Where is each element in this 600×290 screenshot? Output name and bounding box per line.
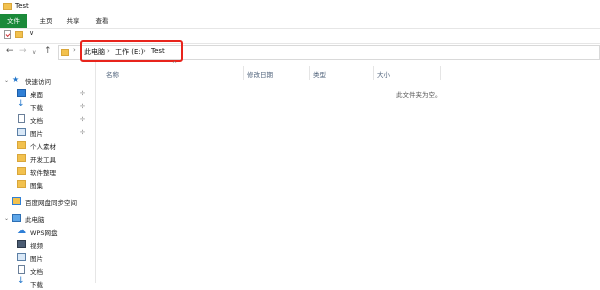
picture-icon <box>17 253 26 261</box>
sidebar-item-label: 开发工具 <box>30 156 56 164</box>
tab-share[interactable]: 共享 <box>62 14 84 28</box>
sidebar-item-label: 下载 <box>30 104 43 112</box>
picture-icon <box>17 128 26 136</box>
properties-icon[interactable] <box>4 30 11 39</box>
folder-icon <box>3 3 12 10</box>
sidebar-item-label: 文档 <box>30 268 43 276</box>
sort-ascending-icon: ^ <box>172 61 178 68</box>
sidebar-item-personal-materials[interactable]: 个人素材 <box>0 139 95 152</box>
sidebar-item-pc-documents[interactable]: 文档 <box>0 264 95 277</box>
document-icon <box>18 114 25 123</box>
sidebar-item-baidu-sync[interactable]: 百度网盘同步空间 <box>0 195 95 208</box>
sidebar-item-downloads[interactable]: ↓ 下载 ✢ <box>0 100 95 113</box>
column-divider[interactable] <box>309 66 310 80</box>
desktop-icon <box>17 89 26 97</box>
pin-icon[interactable]: ✢ <box>80 90 85 97</box>
sidebar-item-label: 软件整理 <box>30 169 56 177</box>
file-list[interactable] <box>96 62 600 283</box>
title-bar <box>0 0 600 14</box>
sidebar-item-label: 个人素材 <box>30 143 56 151</box>
folder-icon <box>17 180 26 188</box>
cloud-icon: ☁ <box>17 226 26 236</box>
sidebar-item-gallery[interactable]: 图集 <box>0 178 95 191</box>
navigation-pane: ⌄ ★ 快速访问 桌面 ✢ ↓ 下载 ✢ 文档 ✢ 图片 ✢ 个人素材 开发工具… <box>0 62 95 289</box>
breadcrumb-highlight-box <box>80 40 183 62</box>
sidebar-item-label: 文档 <box>30 117 43 125</box>
download-icon: ↓ <box>17 276 25 286</box>
column-header-size[interactable]: 大小 <box>377 69 390 79</box>
download-icon: ↓ <box>17 99 25 109</box>
column-header-name[interactable]: 名称 <box>106 69 119 79</box>
column-divider[interactable] <box>373 66 374 80</box>
sidebar-item-label: 桌面 <box>30 91 43 99</box>
folder-icon <box>17 167 26 175</box>
sidebar-item-wps-drive[interactable]: ☁ WPS网盘 <box>0 225 95 238</box>
forward-arrow-icon[interactable]: → <box>19 45 27 57</box>
computer-icon <box>12 214 21 222</box>
sidebar-item-label: 图片 <box>30 130 43 138</box>
folder-icon <box>61 49 69 56</box>
document-icon <box>18 265 25 274</box>
pin-icon[interactable]: ✢ <box>80 103 85 110</box>
folder-icon <box>17 154 26 162</box>
column-divider[interactable] <box>440 66 441 80</box>
recent-locations-chevron-icon[interactable]: ∨ <box>32 47 36 59</box>
pin-icon[interactable]: ✢ <box>80 129 85 136</box>
breadcrumb-separator-icon[interactable]: › <box>73 46 76 54</box>
sidebar-item-quick-access[interactable]: ⌄ ★ 快速访问 <box>0 74 95 87</box>
sidebar-item-label: 下载 <box>30 281 43 289</box>
new-folder-icon[interactable] <box>15 31 23 38</box>
expand-chevron-icon[interactable]: ⌄ <box>4 77 9 84</box>
sidebar-item-label: 视频 <box>30 242 43 250</box>
empty-folder-message: 此文件夹为空。 <box>396 91 442 99</box>
tab-home[interactable]: 主页 <box>35 14 57 28</box>
sidebar-item-label: 此电脑 <box>25 216 45 224</box>
customize-toolbar-chevron-icon[interactable]: ∨ <box>29 29 34 37</box>
sidebar-item-label: 图集 <box>30 182 43 190</box>
up-arrow-icon[interactable]: ↑ <box>44 45 52 57</box>
sidebar-item-label: WPS网盘 <box>30 229 58 237</box>
tab-file[interactable]: 文件 <box>0 14 27 28</box>
ribbon <box>0 14 600 28</box>
expand-chevron-icon[interactable]: ⌄ <box>4 215 9 222</box>
sidebar-item-this-pc[interactable]: ⌄ 此电脑 <box>0 212 95 225</box>
back-arrow-icon[interactable]: ← <box>6 45 14 57</box>
window-title: Test <box>15 2 29 10</box>
star-icon: ★ <box>12 75 20 84</box>
tab-view[interactable]: 查看 <box>91 14 113 28</box>
folder-icon <box>17 141 26 149</box>
video-icon <box>17 240 26 248</box>
column-header-date-modified[interactable]: 修改日期 <box>247 69 273 79</box>
sidebar-item-dev-tools[interactable]: 开发工具 <box>0 152 95 165</box>
sidebar-item-software[interactable]: 软件整理 <box>0 165 95 178</box>
sidebar-item-label: 图片 <box>30 255 43 263</box>
column-header-type[interactable]: 类型 <box>313 69 326 79</box>
sidebar-item-label: 快速访问 <box>25 78 51 86</box>
sidebar-item-pc-downloads[interactable]: ↓ 下载 <box>0 277 95 290</box>
column-divider[interactable] <box>243 66 244 80</box>
sidebar-item-desktop[interactable]: 桌面 ✢ <box>0 87 95 100</box>
navigation-pane-scrollbar[interactable] <box>88 62 94 283</box>
cloud-folder-icon <box>12 197 21 205</box>
sidebar-item-label: 百度网盘同步空间 <box>25 199 77 207</box>
sidebar-item-videos[interactable]: 视频 <box>0 238 95 251</box>
sidebar-item-pictures[interactable]: 图片 ✢ <box>0 126 95 139</box>
sidebar-item-documents[interactable]: 文档 ✢ <box>0 113 95 126</box>
pin-icon[interactable]: ✢ <box>80 116 85 123</box>
sidebar-item-pc-pictures[interactable]: 图片 <box>0 251 95 264</box>
